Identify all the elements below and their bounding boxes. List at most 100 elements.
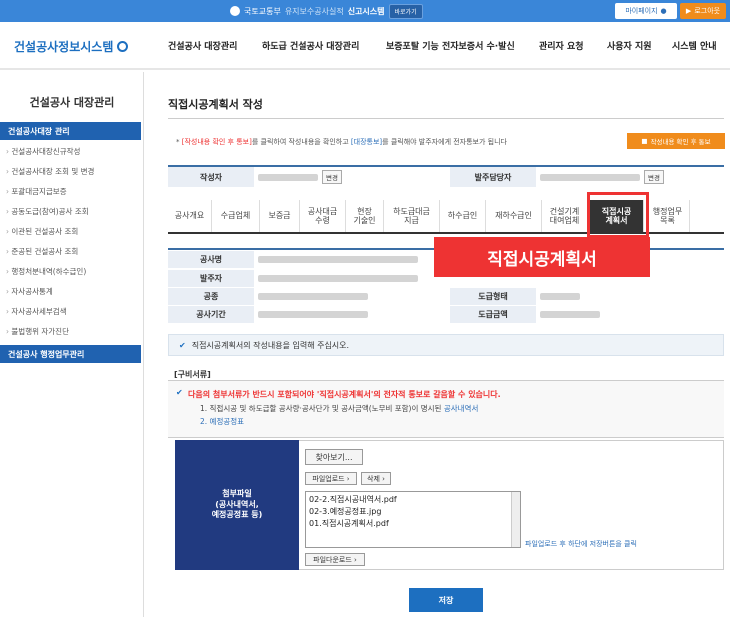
manager-label: 발주담당자	[450, 167, 536, 187]
work-type-value	[258, 288, 428, 305]
nav-e-guarantee[interactable]: 보증포탈 기능 전자보증서 수·발신	[386, 39, 515, 52]
sidebar-title: 건설공사 대장관리	[29, 96, 115, 109]
sidebar-item-payment-guarantee[interactable]: 포괄대금지급보증	[6, 186, 66, 197]
period-redacted	[258, 311, 368, 318]
system-name: 신고시스템	[347, 6, 385, 16]
contract-amount-redacted	[540, 311, 600, 318]
ministry-logo-icon	[230, 6, 240, 16]
sidebar-item-self-check[interactable]: 불법행위 자가진단	[6, 326, 69, 337]
mypage-button[interactable]: 마이페이지 ●	[615, 3, 677, 19]
file-upload-label: 파일업로드	[312, 474, 345, 483]
logout-button[interactable]: ▶ 로그아웃	[680, 3, 726, 19]
req-check-icon: ✔	[176, 388, 183, 397]
active-tab-highlight	[587, 192, 649, 238]
logout-icon: ▶	[685, 7, 692, 15]
sidebar-item-detailed-search[interactable]: 자사공사세부검색	[6, 306, 66, 317]
writer-change-button[interactable]: 변경	[322, 170, 342, 184]
sidebar-item-sanctions[interactable]: 행정처분내역(하수급인)	[6, 266, 86, 277]
nav-system-guide[interactable]: 시스템 안내	[672, 39, 717, 52]
title-divider	[168, 118, 724, 119]
site-logo[interactable]: 건설공사정보시스템	[14, 38, 129, 55]
delete-label: 삭제	[367, 474, 380, 483]
sidebar-item-statistics[interactable]: 자사공사통계	[6, 286, 52, 297]
required-docs-box: ✔ 다음의 첨부서류가 반드시 포함되어야 '직접시공계획서'의 전자적 통보로…	[168, 380, 724, 438]
required-doc-1-link: 공사내역서	[443, 404, 479, 413]
writer-label: 작성자	[168, 167, 254, 187]
period-value	[258, 306, 428, 323]
contract-amount-label: 도급금액	[450, 306, 536, 323]
tab-re-subcontractor[interactable]: 재하수급인	[486, 200, 542, 232]
work-type-redacted	[258, 293, 368, 300]
tab-overview[interactable]: 공사개요	[168, 200, 212, 232]
delete-button[interactable]: 삭제 ›	[361, 472, 391, 485]
direct-construction-plan-callout: 직접시공계획서	[434, 237, 650, 277]
check-icon: ✔	[179, 340, 186, 350]
sidebar-item-joint-contract[interactable]: 공동도급(참여)공사 조회	[6, 206, 88, 217]
main-header: 건설공사정보시스템 건설공사 대장관리 하도급 건설공사 대장관리 보증포탈 기…	[0, 22, 730, 70]
project-name-redacted	[258, 256, 418, 263]
required-docs-warning: 다음의 첨부서류가 반드시 포함되어야 '직접시공계획서'의 전자적 통보로 갈…	[188, 390, 501, 399]
nav-construction-ledger[interactable]: 건설공사 대장관리	[168, 39, 237, 52]
tab-admin-list[interactable]: 행정업무 목록	[646, 200, 690, 232]
upload-arrow-icon: ›	[344, 474, 350, 483]
owner-value	[258, 270, 428, 287]
sidebar-section-ledger[interactable]: 건설공사대장 관리	[0, 122, 141, 140]
speaker-icon: ■	[641, 137, 648, 145]
logo-text: 건설공사정보시스템	[14, 40, 114, 54]
required-doc-2: 2. 예정공정표	[200, 416, 244, 427]
attachment-area: 찾아보기... 파일업로드 › 삭제 › 02-2.직접시공내역서.pdf 02…	[299, 440, 724, 570]
tab-site-engineer[interactable]: 현장 기술인	[346, 200, 384, 232]
contract-form-value	[540, 288, 660, 305]
file-item[interactable]: 01.직접시공계획서.pdf	[309, 518, 517, 530]
user-icon: ●	[660, 7, 667, 15]
file-list-scrollbar[interactable]	[511, 492, 520, 547]
tab-contractor[interactable]: 수급업체	[212, 200, 260, 232]
contract-form-redacted	[540, 293, 580, 300]
tab-deposit[interactable]: 보증금	[260, 200, 300, 232]
tab-subcontractor[interactable]: 하수급인	[440, 200, 486, 232]
required-doc-1-text: 1. 직접시공 및 하도급할 공사량·공사단가 및 공사금액(노무비 포함)이 …	[200, 404, 442, 413]
tab-payment-received[interactable]: 공사대금 수령	[300, 200, 346, 232]
instruction-text: 직접시공계획서의 작성내용을 입력해 주십시오.	[191, 340, 350, 350]
sidebar-item-completed[interactable]: 준공된 건설공사 조회	[6, 246, 78, 257]
contract-form-label: 도급형태	[450, 288, 536, 305]
sidebar-item-new-ledger[interactable]: 건설공사대장신규작성	[6, 146, 80, 157]
manager-name-redacted	[540, 173, 640, 181]
nav-user-support[interactable]: 사용자 지원	[607, 39, 652, 52]
logout-label: 로그아웃	[694, 7, 721, 15]
save-button[interactable]: 저장	[409, 588, 483, 612]
top-bar: 국토교통부 유지보수공사실적 신고시스템 바로가기 마이페이지 ● ▶ 로그아웃	[0, 0, 730, 22]
writer-name-redacted	[258, 173, 318, 181]
work-type-label: 공종	[168, 288, 254, 305]
tab-subcontract-payment[interactable]: 하도급대금 지급	[384, 200, 440, 232]
nav-admin-request[interactable]: 관리자 요청	[539, 39, 584, 52]
manager-value: 변경	[540, 167, 720, 187]
sidebar-section-admin[interactable]: 건설공사 행정업무관리	[0, 345, 141, 363]
owner-redacted	[258, 275, 418, 282]
period-label: 공사기간	[168, 306, 254, 323]
logo-badge-icon	[117, 41, 129, 52]
attachment-label: 첨부파일 (공사내역서, 예정공정표 등)	[175, 440, 299, 570]
sidebar-item-transferred[interactable]: 이관된 건설공사 조회	[6, 226, 78, 237]
notice-highlight: [작성내용 확인 후 통보]	[181, 138, 252, 146]
manager-change-button[interactable]: 변경	[644, 170, 664, 184]
tab-equipment-rental[interactable]: 건설기계 대여업체	[542, 200, 588, 232]
file-upload-button[interactable]: 파일업로드 ›	[305, 472, 357, 485]
attached-file-list[interactable]: 02-2.직접시공내역서.pdf 02-3.예정공정표.jpg 01.직접시공계…	[305, 491, 521, 548]
sidebar-item-ledger-search[interactable]: 건설공사대장 조회 및 변경	[6, 166, 94, 177]
browse-button[interactable]: 찾아보기...	[305, 449, 363, 465]
mypage-label: 마이페이지	[625, 7, 658, 15]
instruction-bar: ✔ 직접시공계획서의 작성내용을 입력해 주십시오.	[168, 334, 724, 356]
file-item[interactable]: 02-2.직접시공내역서.pdf	[309, 494, 517, 506]
nav-subcontract-ledger[interactable]: 하도급 건설공사 대장관리	[262, 39, 359, 52]
notice-part2: 를 클릭해야 발주자에게 전자통보가 됩니다	[382, 138, 507, 146]
org-name: 국토교통부	[244, 6, 281, 16]
file-download-button[interactable]: 파일다운로드 ›	[305, 553, 365, 566]
upload-note: 파일업로드 후 하단에 저장버튼을 클릭	[525, 540, 637, 548]
page-title: 직접시공계획서 작성	[168, 98, 263, 111]
confirm-notify-button[interactable]: ■ 작성내용 확인 후 통보	[627, 133, 725, 149]
shortcut-button[interactable]: 바로가기	[388, 3, 423, 19]
delete-arrow-icon: ›	[379, 474, 385, 483]
file-item[interactable]: 02-3.예정공정표.jpg	[309, 506, 517, 518]
notice-text: * [작성내용 확인 후 통보]를 클릭하여 작성내용을 확인하고 [대장통보]…	[176, 137, 507, 147]
